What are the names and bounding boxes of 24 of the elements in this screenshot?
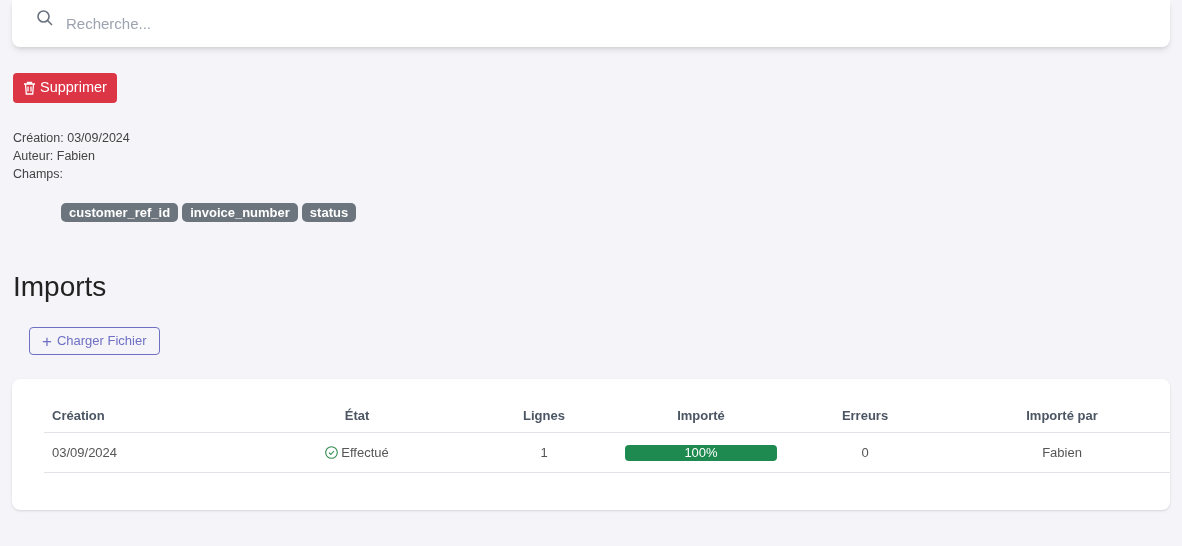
table-cell: 1 [540,444,548,460]
field-tag: status [301,203,357,222]
progress-bar: 100% [625,444,777,461]
info-text: Auteur: Fabien [13,148,95,165]
table-cell-text: Effectué [341,443,389,462]
column-header: Erreurs [841,407,889,423]
column-header: Création [52,407,105,423]
delete-button[interactable]: Supprimer [13,73,117,103]
field-tag: invoice_number [182,203,298,222]
trash-icon [23,81,36,95]
field-tag: customer_ref_id [61,203,179,222]
table-cell: Fabien [1042,444,1082,460]
upload-button[interactable]: + Charger Fichier [29,327,160,355]
column-header: Importé par [1026,407,1098,423]
column-header: Importé [677,407,725,423]
search-icon [36,9,54,27]
info-text: Création: 03/09/2024 [13,130,130,147]
info-text: Champs: [13,166,64,183]
column-header: Lignes [523,407,565,423]
section-title: Imports [13,270,108,304]
column-header: État [344,407,370,423]
table-cell: 0 [861,444,869,460]
search-field[interactable]: Recherche... [12,0,1170,47]
table-cell: 03/09/2024 [52,444,118,460]
